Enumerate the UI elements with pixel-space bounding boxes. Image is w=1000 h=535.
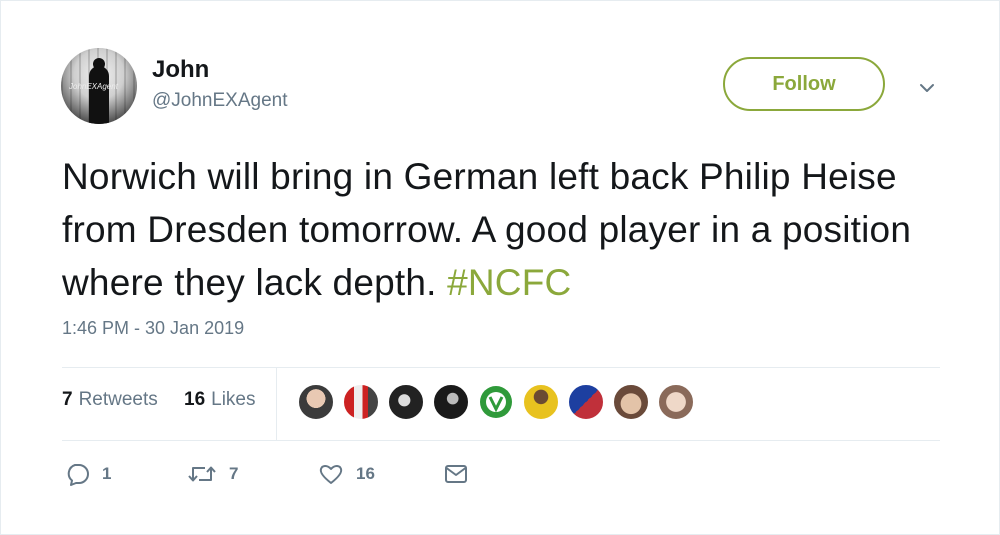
heart-icon bbox=[319, 465, 343, 484]
like-count: 16 bbox=[356, 464, 375, 483]
likes-count: 16 bbox=[184, 389, 206, 410]
author-name[interactable]: John bbox=[152, 56, 209, 84]
retweet-icon bbox=[188, 466, 216, 482]
likes-stat[interactable]: 16 Likes bbox=[184, 389, 256, 411]
liker-avatar[interactable] bbox=[657, 383, 695, 421]
envelope-icon bbox=[445, 465, 467, 483]
likes-label: Likes bbox=[211, 389, 256, 410]
reply-action[interactable]: 1 bbox=[64, 462, 111, 486]
retweets-count: 7 bbox=[62, 389, 73, 410]
tweet-text: Norwich will bring in German left back P… bbox=[62, 150, 962, 309]
liker-avatar[interactable] bbox=[567, 383, 605, 421]
avatar-figure-body bbox=[89, 66, 109, 124]
liker-avatar[interactable] bbox=[477, 383, 515, 421]
retweets-stat[interactable]: 7 Retweets bbox=[62, 389, 158, 411]
tweet-timestamp[interactable]: 1:46 PM - 30 Jan 2019 bbox=[62, 318, 244, 339]
divider-vertical bbox=[276, 368, 277, 440]
reply-count: 1 bbox=[102, 464, 112, 483]
reply-icon bbox=[67, 464, 89, 486]
avatar[interactable]: JohnEXAgent bbox=[61, 48, 137, 124]
liker-avatar[interactable] bbox=[612, 383, 650, 421]
author-handle[interactable]: @JohnEXAgent bbox=[152, 90, 288, 112]
v-logo-icon bbox=[480, 386, 512, 418]
divider-bottom bbox=[62, 440, 940, 441]
message-action[interactable] bbox=[443, 462, 469, 486]
hashtag-link[interactable]: #NCFC bbox=[447, 262, 571, 303]
divider-top bbox=[62, 367, 940, 368]
chevron-down-icon[interactable] bbox=[917, 78, 937, 98]
retweets-label: Retweets bbox=[78, 389, 158, 410]
follow-button[interactable]: Follow bbox=[723, 57, 885, 111]
liker-avatar[interactable] bbox=[342, 383, 380, 421]
like-action[interactable]: 16 bbox=[318, 462, 375, 486]
liker-avatar[interactable] bbox=[522, 383, 560, 421]
retweet-count: 7 bbox=[229, 464, 239, 483]
avatar-overlay-text: JohnEXAgent bbox=[69, 82, 118, 91]
retweet-action[interactable]: 7 bbox=[187, 462, 238, 486]
liker-avatar[interactable] bbox=[297, 383, 335, 421]
liker-avatar[interactable] bbox=[432, 383, 470, 421]
liker-avatar[interactable] bbox=[387, 383, 425, 421]
